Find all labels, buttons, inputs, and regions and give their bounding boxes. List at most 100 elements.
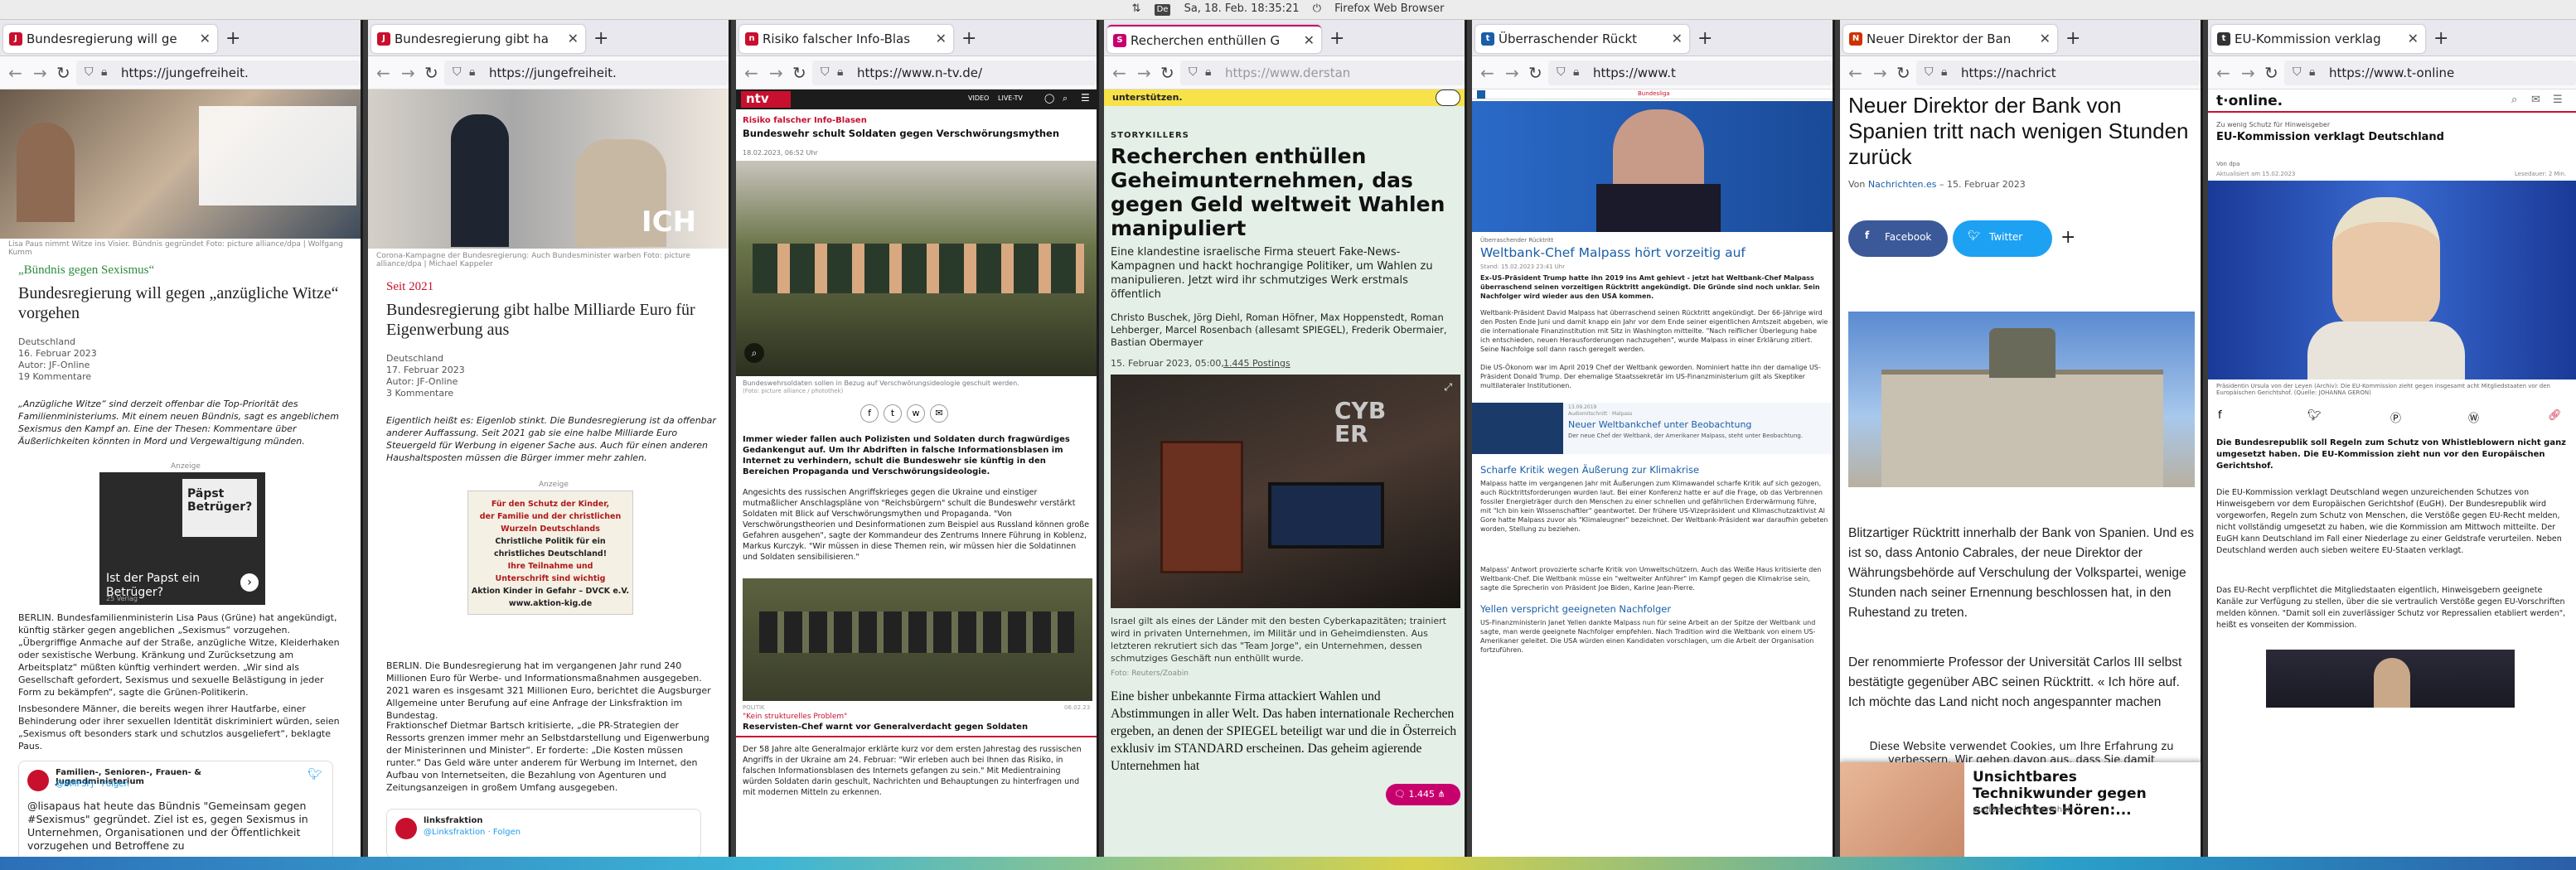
video-thumbnail[interactable] bbox=[2266, 650, 2515, 708]
lock-icon[interactable]: 🔒︎ bbox=[469, 65, 475, 79]
facebook-icon[interactable]: f bbox=[2218, 409, 2222, 422]
new-tab-button[interactable]: + bbox=[593, 28, 608, 49]
forward-button[interactable]: → bbox=[1873, 63, 1887, 83]
forward-button[interactable]: → bbox=[33, 63, 47, 83]
new-tab-button[interactable]: + bbox=[225, 28, 240, 49]
back-button[interactable]: ← bbox=[744, 63, 758, 83]
search-icon[interactable]: ⌕ bbox=[2511, 94, 2517, 106]
reload-button[interactable]: ↻ bbox=[424, 63, 438, 83]
close-tab-icon[interactable]: ✕ bbox=[2408, 31, 2419, 46]
tab-active[interactable]: N Neuer Direktor der Ban ✕ bbox=[1843, 25, 2057, 53]
new-tab-button[interactable]: + bbox=[2433, 28, 2448, 49]
new-tab-button[interactable]: + bbox=[1329, 28, 1344, 49]
back-button[interactable]: ← bbox=[8, 63, 22, 83]
lock-icon[interactable]: 🔒︎ bbox=[1573, 65, 1579, 79]
url-bar[interactable]: ⛉ 🔒︎ https://nachrict bbox=[1916, 60, 2201, 85]
embedded-tweet[interactable]: Familien-, Senioren-, Frauen- & Jugendmi… bbox=[18, 761, 333, 857]
shield-icon[interactable]: ⛉ bbox=[453, 65, 462, 79]
related-article-image[interactable] bbox=[743, 578, 1092, 701]
pinterest-icon[interactable]: Ⓟ bbox=[2390, 409, 2401, 425]
more-share-button[interactable]: + bbox=[2060, 227, 2075, 248]
url-bar[interactable]: ⛉ 🔒︎ https://www.derstan bbox=[1180, 60, 1465, 85]
close-tab-icon[interactable]: ✕ bbox=[568, 31, 579, 46]
lock-icon[interactable]: 🔒︎ bbox=[1941, 65, 1947, 79]
back-button[interactable]: ← bbox=[1480, 63, 1494, 83]
meta-comments[interactable]: 3 Kommentare bbox=[386, 388, 465, 399]
nav-live-tv[interactable]: LIVE-TV bbox=[998, 94, 1023, 102]
forward-button[interactable]: → bbox=[1137, 63, 1151, 83]
lock-icon[interactable]: 🔒︎ bbox=[837, 65, 843, 79]
forward-button[interactable]: → bbox=[1505, 63, 1519, 83]
facebook-share-button[interactable]: f Facebook bbox=[1848, 220, 1948, 257]
close-tab-icon[interactable]: ✕ bbox=[936, 31, 947, 46]
site-logo[interactable]: ntv bbox=[741, 91, 791, 108]
reload-button[interactable]: ↻ bbox=[1528, 63, 1542, 83]
related-teaser[interactable]: 13.09.2019 Audiomitschnitt · Malpass Neu… bbox=[1472, 403, 1833, 454]
tweet-handle[interactable]: @Linksfraktion · Folgen bbox=[424, 828, 521, 837]
new-tab-button[interactable]: + bbox=[1697, 28, 1712, 49]
link-icon[interactable]: 🔗︎ bbox=[2548, 409, 2562, 422]
close-tab-icon[interactable]: ✕ bbox=[1672, 31, 1683, 46]
system-clock[interactable]: Sa, 18. Feb. 18:35:21 bbox=[1184, 2, 1300, 15]
twitter-icon[interactable]: t bbox=[884, 404, 902, 423]
whatsapp-icon[interactable]: Ⓦ bbox=[2468, 409, 2479, 425]
shield-icon[interactable]: ⛉ bbox=[1925, 65, 1934, 79]
forward-button[interactable]: → bbox=[401, 63, 415, 83]
sponsored-ad[interactable]: Unsichtbares Technikwunder gegen schlech… bbox=[1840, 762, 2201, 857]
shield-icon[interactable]: ⛉ bbox=[1189, 65, 1198, 79]
close-tab-icon[interactable]: ✕ bbox=[1304, 32, 1315, 48]
url-bar[interactable]: ⛉ 🔒︎ https://www.t-online bbox=[2284, 60, 2576, 85]
close-tab-icon[interactable]: ✕ bbox=[200, 31, 211, 46]
related-title[interactable]: Reservisten-Chef warnt vor Generalverdac… bbox=[743, 723, 1091, 732]
tab-active[interactable]: J Bundesregierung gibt ha ✕ bbox=[371, 25, 585, 53]
close-tab-icon[interactable]: ✕ bbox=[2040, 31, 2051, 46]
site-logo-icon[interactable] bbox=[1477, 90, 1485, 99]
new-tab-button[interactable]: + bbox=[2065, 28, 2080, 49]
lock-icon[interactable]: 🔒︎ bbox=[101, 65, 107, 79]
speaker-icon[interactable]: ⇅ bbox=[1132, 2, 1141, 15]
meta-comments[interactable]: 19 Kommentare bbox=[18, 371, 97, 383]
shield-icon[interactable]: ⛉ bbox=[85, 65, 94, 79]
tab-active[interactable]: n Risiko falscher Info-Blas ✕ bbox=[739, 25, 953, 53]
back-button[interactable]: ← bbox=[2216, 63, 2230, 83]
shield-icon[interactable]: ⛉ bbox=[821, 65, 830, 79]
whatsapp-icon[interactable]: w bbox=[907, 404, 925, 423]
expand-icon[interactable]: ⤢ bbox=[1444, 381, 1452, 394]
menu-icon[interactable]: ☰ bbox=[1081, 92, 1090, 104]
nav-tag[interactable]: Bundesliga bbox=[1638, 90, 1670, 97]
tab-active[interactable]: t EU-Kommission verklag ✕ bbox=[2211, 25, 2425, 53]
power-icon[interactable]: ⏻ bbox=[1313, 2, 1321, 15]
tab-active[interactable]: t Überraschender Rückt ✕ bbox=[1475, 25, 1689, 53]
shield-icon[interactable]: ⛉ bbox=[1557, 65, 1566, 79]
reload-button[interactable]: ↻ bbox=[56, 63, 70, 83]
tab-active[interactable]: S Recherchen enthüllen G ✕ bbox=[1107, 25, 1321, 53]
lock-icon[interactable]: 🔒︎ bbox=[1205, 65, 1211, 79]
url-bar[interactable]: ⛉ 🔒︎ https://jungefreiheit. bbox=[76, 60, 361, 85]
reload-button[interactable]: ↻ bbox=[2264, 63, 2278, 83]
search-icon[interactable]: ⌕ bbox=[1063, 93, 1068, 104]
mail-icon[interactable]: ✉ bbox=[930, 404, 948, 423]
nav-video[interactable]: VIDEO bbox=[968, 94, 989, 102]
back-button[interactable]: ← bbox=[1848, 63, 1862, 83]
embedded-tweet[interactable]: linksfraktion @Linksfraktion · Folgen bbox=[386, 809, 701, 857]
reload-button[interactable]: ↻ bbox=[1896, 63, 1910, 83]
author-link[interactable]: Nachrichten.es bbox=[1868, 179, 1937, 190]
shield-icon[interactable]: ⛉ bbox=[2293, 65, 2302, 79]
mail-icon[interactable]: ✉ bbox=[2531, 94, 2540, 106]
forward-button[interactable]: → bbox=[769, 63, 783, 83]
twitter-icon[interactable]: 🐦︎ bbox=[2307, 409, 2322, 422]
url-bar[interactable]: ⛉ 🔒︎ https://jungefreiheit. bbox=[444, 60, 729, 85]
advertisement[interactable]: Für den Schutz der Kinder, der Familie u… bbox=[467, 491, 633, 615]
url-bar[interactable]: ⛉ 🔒︎ https://www.n-tv.de/ bbox=[812, 60, 1097, 85]
chevron-right-icon[interactable]: › bbox=[240, 573, 259, 592]
forward-button[interactable]: → bbox=[2241, 63, 2255, 83]
advertisement[interactable]: Päpst Betrüger? Ist der Papst ein Betrüg… bbox=[99, 472, 265, 605]
twitter-share-button[interactable]: 🐦︎ Twitter bbox=[1953, 220, 2052, 257]
reload-button[interactable]: ↻ bbox=[792, 63, 806, 83]
share-icon[interactable]: ⋔ bbox=[1437, 789, 1445, 800]
back-button[interactable]: ← bbox=[376, 63, 390, 83]
zoom-icon[interactable]: ⌕ bbox=[744, 343, 764, 363]
lock-icon[interactable]: 🔒︎ bbox=[2309, 65, 2315, 79]
site-logo[interactable]: t·online. bbox=[2216, 93, 2283, 109]
new-tab-button[interactable]: + bbox=[961, 28, 976, 49]
